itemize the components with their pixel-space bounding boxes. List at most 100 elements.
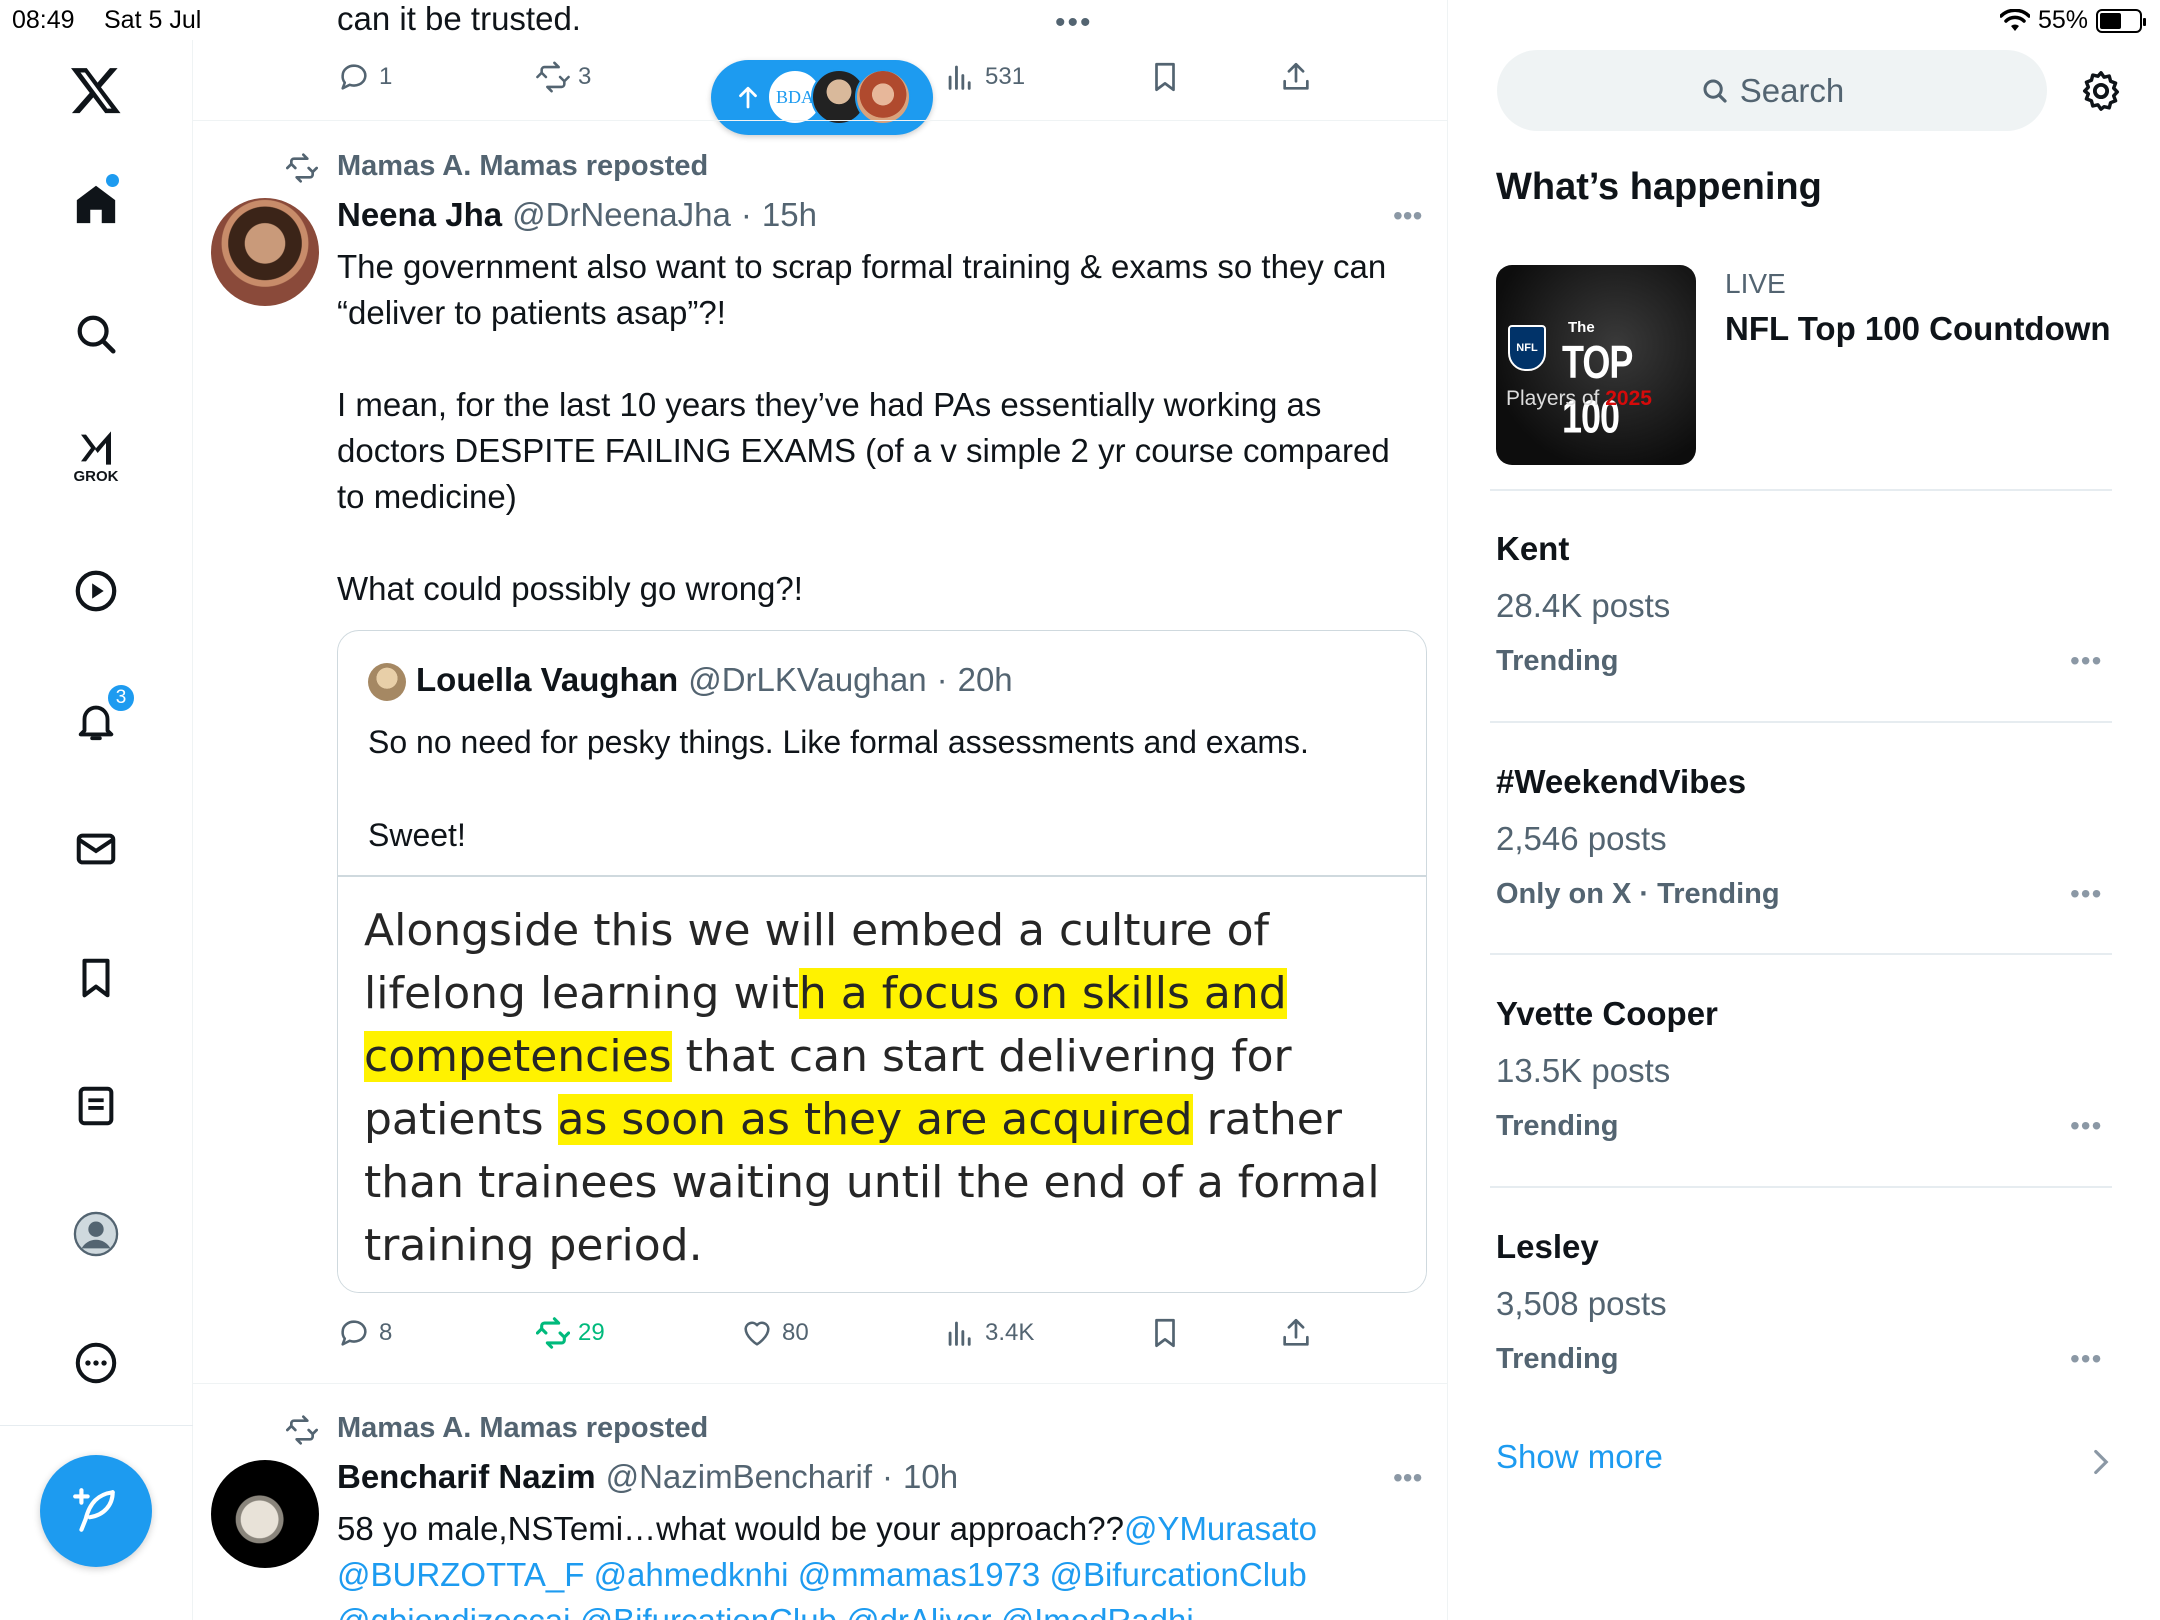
trend-item[interactable]: #WeekendVibes 2,546 posts Only on X · Tr…	[1448, 748, 2160, 978]
trend-item[interactable]: Yvette Cooper 13.5K posts Trending •••	[1448, 980, 2160, 1210]
quote-tweet-card[interactable]: Louella Vaughan @DrLKVaughan · 20h So no…	[337, 630, 1427, 1293]
repost-label[interactable]: Mamas A. Mamas reposted	[337, 1412, 708, 1445]
show-more-link[interactable]: Show more	[1496, 1438, 1663, 1476]
quote-separator-dot: ·	[936, 661, 948, 698]
live-event-image[interactable]: NFL The TOP 100 Players of 2025	[1496, 265, 1696, 465]
trend-more-button[interactable]: •••	[2070, 878, 2102, 910]
tweet2-header: Bencharif Nazim @NazimBencharif · 10h	[337, 1458, 958, 1496]
trend-more-button[interactable]: •••	[2070, 1343, 2102, 1375]
bookmark-icon	[1155, 62, 1175, 92]
previous-view-count: 531	[985, 63, 1026, 90]
tweet1-line: The government also want to scrap formal…	[337, 248, 1387, 285]
trend-title: Kent	[1496, 530, 1570, 567]
previous-tweet-text: can it be trusted.	[337, 0, 581, 37]
list-icon	[78, 1086, 114, 1126]
views-icon	[948, 1321, 971, 1346]
avatar-neena-jha[interactable]	[211, 198, 319, 306]
nav-grok[interactable]: GROK	[60, 420, 132, 492]
previous-share-button[interactable]	[1279, 60, 1313, 94]
nfl-shield-icon: NFL	[1508, 325, 1546, 371]
tweet1-line: to medicine)	[337, 478, 517, 515]
separator-dot: ·	[740, 196, 752, 233]
image-line: Alongside this we will embed a culture o…	[364, 905, 1269, 956]
new-posts-pill[interactable]: BDA	[711, 60, 933, 135]
like-button[interactable]: 80	[740, 1316, 809, 1350]
avatar-bencharif-nazim[interactable]	[211, 1460, 319, 1568]
quote-text-line: So no need for pesky things. Like formal…	[368, 724, 1309, 760]
nav-lists[interactable]	[60, 1070, 132, 1142]
previous-views-button[interactable]: 531	[943, 60, 1025, 94]
x-logo-icon[interactable]	[60, 54, 132, 126]
quote-avatar	[368, 663, 406, 701]
previous-repost-button[interactable]: 3	[536, 60, 591, 94]
tweet1-line: What could possibly go wrong?!	[337, 570, 803, 607]
quote-timestamp: 20h	[957, 661, 1013, 698]
image-line: training period.	[364, 1220, 703, 1271]
reply-button[interactable]: 8	[337, 1316, 392, 1350]
live-title[interactable]: NFL Top 100 Countdown	[1725, 310, 2111, 348]
nav-explore[interactable]	[60, 298, 132, 370]
mention-link[interactable]: @ahmedknhi	[594, 1556, 789, 1593]
image-line: lifelong learning with a focus on skills…	[364, 968, 1287, 1019]
previous-bookmark-button[interactable]	[1148, 60, 1182, 94]
timeline: ••• can it be trusted. 1 3 531 BDA Mamas…	[193, 0, 1448, 1620]
heart-icon	[744, 1321, 770, 1346]
search-icon	[1703, 79, 1727, 103]
share-button[interactable]	[1279, 1316, 1313, 1350]
views-button[interactable]: 3.4K	[943, 1316, 1034, 1350]
mention-link[interactable]: @BifurcationClub	[1049, 1556, 1306, 1593]
nav-home[interactable]	[60, 168, 132, 240]
nav-bookmarks[interactable]	[60, 942, 132, 1014]
previous-reply-button[interactable]: 1	[337, 60, 392, 94]
author-handle[interactable]: @DrNeenaJha	[512, 196, 731, 234]
timestamp[interactable]: 10h	[903, 1458, 958, 1496]
previous-repost-count: 3	[578, 63, 592, 90]
tweet1-header: Neena Jha @DrNeenaJha · 15h	[337, 196, 817, 234]
tweet2-line-partial[interactable]: @gbiondizoccai @BifurcationClub @drAlivo…	[337, 1598, 1317, 1620]
mention-link[interactable]: @mmamas1973	[798, 1556, 1041, 1593]
author-name[interactable]: Bencharif Nazim	[337, 1458, 596, 1496]
nav-video[interactable]	[60, 555, 132, 627]
quote-image[interactable]: Alongside this we will embed a culture o…	[338, 877, 1426, 1292]
repost-label[interactable]: Mamas A. Mamas reposted	[337, 150, 708, 183]
author-name[interactable]: Neena Jha	[337, 196, 502, 234]
author-handle[interactable]: @NazimBencharif	[606, 1458, 872, 1496]
tweet2-more-button[interactable]: •••	[1393, 1462, 1422, 1494]
arrow-up-icon	[739, 86, 757, 109]
repost-indicator-icon	[286, 153, 318, 183]
timestamp[interactable]: 15h	[762, 196, 817, 234]
tweet1-line: “deliver to patients asap”?!	[337, 294, 726, 331]
compose-button[interactable]	[40, 1455, 152, 1567]
repost-indicator-icon	[286, 1415, 318, 1445]
views-icon	[948, 65, 971, 90]
trend-more-button[interactable]: •••	[2070, 1110, 2102, 1142]
gear-icon[interactable]	[2078, 68, 2124, 114]
notifications-badge: 3	[106, 683, 136, 713]
quote-text: So no need for pesky things. Like formal…	[368, 719, 1309, 858]
profile-avatar-icon	[73, 1211, 119, 1257]
reply-count: 8	[379, 1319, 393, 1346]
trend-more-button[interactable]: •••	[2070, 645, 2102, 677]
search-bar[interactable]: Search	[1497, 50, 2047, 131]
bookmark-button[interactable]	[1148, 1316, 1182, 1350]
compose-feather-icon	[73, 1488, 115, 1532]
nav-notifications[interactable]: 3	[60, 683, 136, 757]
reply-icon	[341, 1320, 367, 1346]
mention-link[interactable]: @BURZOTTA_F	[337, 1556, 584, 1593]
nav-profile[interactable]	[60, 1198, 132, 1270]
tweet1-blank	[337, 520, 1390, 566]
trend-item[interactable]: Kent 28.4K posts Trending •••	[1448, 515, 2160, 745]
trend-item[interactable]: Lesley 3,508 posts Trending •••	[1448, 1213, 2160, 1443]
trend-posts: 2,546 posts	[1496, 820, 1667, 857]
trend-posts: 13.5K posts	[1496, 1052, 1671, 1089]
nav-more[interactable]	[60, 1327, 132, 1399]
tweet1-more-button[interactable]: •••	[1393, 200, 1422, 232]
quote-text-line: Sweet!	[368, 817, 466, 853]
nav-messages[interactable]	[60, 813, 132, 885]
chevron-right-icon[interactable]	[2090, 1448, 2112, 1476]
left-nav: GROK 3	[0, 40, 193, 1620]
mention-link[interactable]: @YMurasato	[1124, 1510, 1317, 1547]
tweet1-line: doctors DESPITE FAILING EXAMS (of a v si…	[337, 432, 1390, 469]
window-handle-dots[interactable]: •••	[1055, 6, 1093, 40]
repost-button[interactable]: 29	[536, 1316, 605, 1350]
